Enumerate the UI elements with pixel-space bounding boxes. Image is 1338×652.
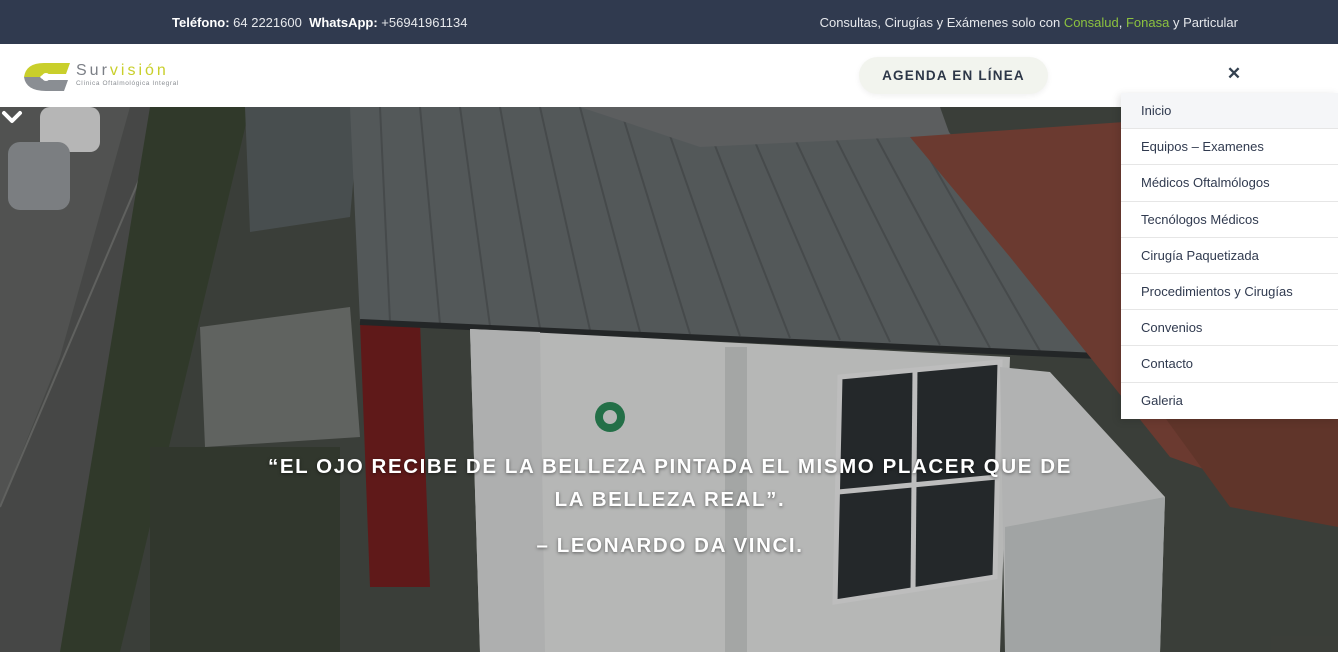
main-nav-menu: Inicio Equipos – Examenes Médicos Oftalm…: [1121, 93, 1338, 419]
site-logo[interactable]: Survisión Clínica Oftalmológica Integral: [22, 60, 207, 94]
menu-item-procedimientos-cirugias[interactable]: Procedimientos y Cirugías: [1121, 274, 1338, 311]
menu-item-inicio[interactable]: Inicio: [1121, 93, 1338, 130]
chevron-down-icon[interactable]: [0, 107, 24, 127]
menu-item-equipos-examenes[interactable]: Equipos – Examenes: [1121, 129, 1338, 166]
agenda-en-linea-button[interactable]: AGENDA EN LÍNEA: [859, 57, 1048, 94]
whatsapp-label: WhatsApp:: [309, 15, 378, 30]
insurance-prefix: Consultas, Cirugías y Exámenes solo con: [819, 15, 1064, 30]
insurance-info: Consultas, Cirugías y Exámenes solo con …: [820, 15, 1238, 30]
menu-item-contacto[interactable]: Contacto: [1121, 346, 1338, 383]
logo-wordmark-part1: Sur: [76, 62, 110, 79]
logo-subtitle: Clínica Oftalmológica Integral: [76, 80, 179, 87]
insurance-suffix: y Particular: [1169, 15, 1238, 30]
menu-item-medicos-oftalmologos[interactable]: Médicos Oftalmólogos: [1121, 165, 1338, 202]
hero-quote: “EL OJO RECIBE DE LA BELLEZA PINTADA EL …: [268, 455, 1072, 511]
close-icon[interactable]: ✕: [1224, 64, 1244, 84]
insurance-comma: ,: [1118, 15, 1126, 30]
logo-wordmark-part2: visión: [109, 62, 169, 79]
logo-wordmark: Survisión: [76, 62, 169, 80]
phone-number[interactable]: 64 2221600: [230, 15, 302, 30]
hero-quote-author: – LEONARDO DA VINCI.: [536, 534, 804, 557]
menu-item-tecnologos-medicos[interactable]: Tecnólogos Médicos: [1121, 202, 1338, 238]
phone-label: Teléfono:: [172, 15, 230, 30]
menu-item-cirugia-paquetizada[interactable]: Cirugía Paquetizada: [1121, 238, 1338, 274]
fonasa-link[interactable]: Fonasa: [1126, 15, 1169, 30]
top-info-bar: Teléfono: 64 2221600 WhatsApp: +56941961…: [0, 0, 1338, 44]
survision-logo-icon: [24, 63, 70, 91]
menu-item-galeria[interactable]: Galeria: [1121, 383, 1338, 419]
menu-item-convenios[interactable]: Convenios: [1121, 310, 1338, 347]
whatsapp-number[interactable]: +56941961134: [378, 15, 467, 30]
consalud-link[interactable]: Consalud: [1064, 15, 1119, 30]
contact-info: Teléfono: 64 2221600 WhatsApp: +56941961…: [172, 15, 467, 30]
